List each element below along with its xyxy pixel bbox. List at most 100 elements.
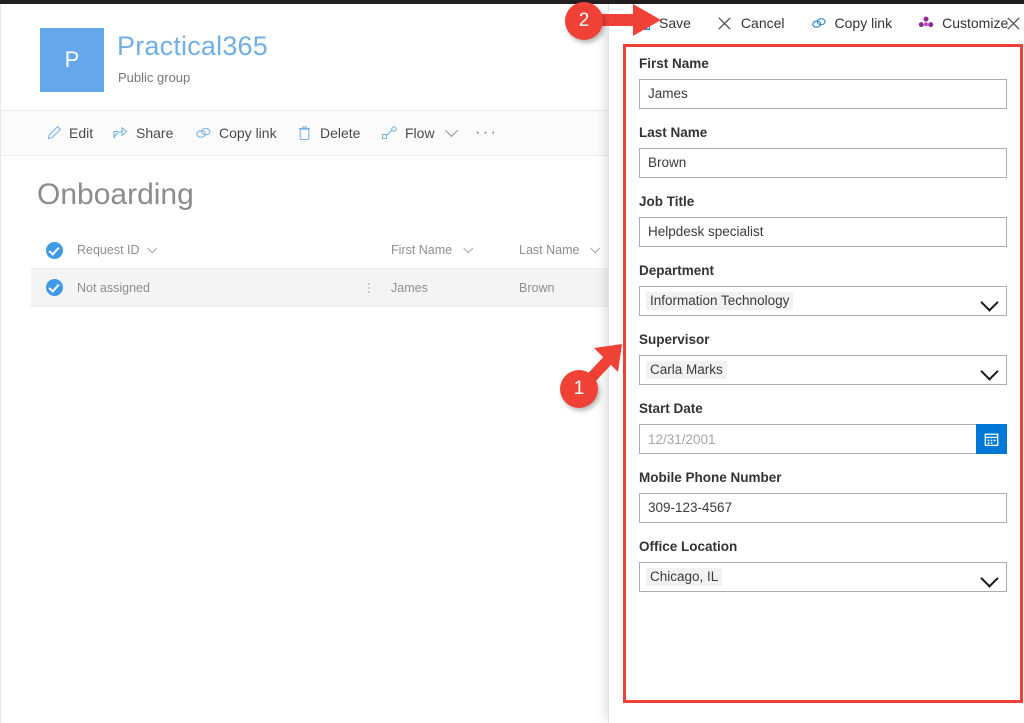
first-name-value: James (648, 86, 688, 102)
command-edit-label: Edit (69, 125, 94, 141)
office-location-select[interactable]: Chicago, IL (639, 562, 1007, 592)
table-row[interactable]: Not assigned James Brown (31, 269, 619, 307)
chevron-down-icon (980, 569, 999, 588)
row-context-menu-button[interactable] (362, 282, 376, 293)
powerapps-icon (918, 15, 934, 31)
panel-copy-link-button[interactable]: Copy link (811, 15, 906, 31)
chevron-down-icon (980, 293, 999, 312)
panel-command-bar: Save Cancel Copy link Customize (609, 4, 1024, 42)
command-edit[interactable]: Edit (41, 111, 97, 155)
checkmark-icon (46, 241, 63, 259)
annotation-marker-2-number: 2 (565, 2, 603, 40)
office-location-value: Chicago, IL (646, 568, 723, 586)
form-fields: First Name James Last Name Brown Job Tit… (609, 48, 1024, 608)
panel-close-button[interactable] (1004, 14, 1022, 32)
column-header-request-id[interactable]: Request ID (77, 242, 362, 257)
annotation-marker-1: 1 (560, 338, 630, 410)
customize-button[interactable]: Customize (918, 15, 1008, 31)
page-title: Onboarding (37, 178, 194, 211)
field-department: Department Information Technology (639, 263, 1007, 316)
field-last-name: Last Name Brown (639, 125, 1007, 178)
chevron-down-icon (444, 123, 458, 137)
command-flow-label: Flow (405, 125, 435, 141)
calendar-icon (984, 433, 999, 446)
chevron-down-icon (590, 243, 601, 254)
field-start-date-label: Start Date (639, 401, 703, 416)
department-select[interactable]: Information Technology (639, 286, 1007, 316)
last-name-value: Brown (648, 155, 687, 171)
mobile-phone-input[interactable]: 309-123-4567 (639, 493, 1007, 523)
department-value: Information Technology (646, 292, 794, 310)
column-header-request-id-label: Request ID (77, 243, 140, 257)
command-copy-link[interactable]: Copy link (191, 111, 281, 155)
trash-icon (296, 125, 313, 142)
field-department-label: Department (639, 263, 715, 278)
share-icon (112, 125, 129, 142)
supervisor-value: Carla Marks (646, 361, 727, 379)
command-share[interactable]: Share (108, 111, 177, 155)
field-supervisor: Supervisor Carla Marks (639, 332, 1007, 385)
command-share-label: Share (136, 125, 174, 141)
field-first-name: First Name James (639, 56, 1007, 109)
field-job-title-label: Job Title (639, 194, 695, 209)
cell-request-id: Not assigned (77, 280, 150, 295)
site-header: P Practical365 Public group (1, 4, 619, 111)
site-subtitle: Public group (118, 70, 191, 85)
start-date-placeholder: 12/31/2001 (648, 431, 716, 447)
pencil-icon (45, 125, 62, 142)
table-header-row: Request ID First Name Last Name (31, 232, 619, 269)
command-flow[interactable]: Flow (377, 111, 460, 155)
date-picker-button[interactable] (976, 424, 1007, 454)
close-icon (1006, 16, 1020, 30)
field-supervisor-label: Supervisor (639, 332, 710, 347)
row-checkbox[interactable] (31, 279, 77, 296)
item-form-panel: Save Cancel Copy link Customize First Na… (608, 4, 1024, 723)
last-name-input[interactable]: Brown (639, 148, 1007, 178)
vertical-ellipsis-icon (362, 282, 376, 293)
ellipsis-icon: ··· (475, 124, 499, 141)
annotation-marker-1-number: 1 (560, 370, 598, 408)
command-copy-link-label: Copy link (219, 125, 277, 141)
start-date-input[interactable]: 12/31/2001 (639, 424, 1007, 454)
field-office-location: Office Location Chicago, IL (639, 539, 1007, 592)
list-table: Request ID First Name Last Name Not assi… (31, 232, 619, 307)
panel-copy-link-label: Copy link (834, 15, 893, 31)
customize-button-label: Customize (942, 15, 1009, 31)
close-icon (717, 15, 733, 31)
site-title[interactable]: Practical365 (117, 31, 268, 62)
cancel-button[interactable]: Cancel (717, 15, 798, 31)
site-logo: P (40, 28, 104, 92)
job-title-value: Helpdesk specialist (648, 224, 764, 240)
column-header-last-name[interactable]: Last Name (519, 243, 619, 257)
job-title-input[interactable]: Helpdesk specialist (639, 217, 1007, 247)
annotation-marker-2: 2 (565, 2, 670, 40)
select-all-checkbox[interactable] (31, 241, 77, 259)
field-job-title: Job Title Helpdesk specialist (639, 194, 1007, 247)
column-header-first-name-label: First Name (391, 243, 453, 257)
site-logo-letter: P (64, 47, 80, 72)
first-name-input[interactable]: James (639, 79, 1007, 109)
field-last-name-label: Last Name (639, 125, 708, 140)
field-first-name-label: First Name (639, 56, 709, 71)
supervisor-select[interactable]: Carla Marks (639, 355, 1007, 385)
command-delete-label: Delete (320, 125, 361, 141)
chevron-down-icon (980, 362, 999, 381)
cancel-button-label: Cancel (740, 15, 785, 31)
link-icon (195, 125, 212, 142)
mobile-phone-value: 309-123-4567 (648, 500, 733, 516)
screenshot-root: P Practical365 Public group Edit Share C… (0, 0, 1024, 723)
field-mobile-phone-label: Mobile Phone Number (639, 470, 782, 485)
command-delete[interactable]: Delete (292, 111, 364, 155)
checkmark-icon (46, 279, 63, 296)
column-header-last-name-label: Last Name (519, 243, 580, 257)
chevron-down-icon (462, 243, 473, 254)
chevron-down-icon (146, 242, 157, 253)
field-mobile-phone: Mobile Phone Number 309-123-4567 (639, 470, 1007, 523)
field-office-location-label: Office Location (639, 539, 738, 554)
link-icon (811, 15, 827, 31)
flow-icon (381, 125, 398, 142)
command-overflow[interactable]: ··· (471, 111, 502, 155)
sharepoint-page: P Practical365 Public group Edit Share C… (1, 4, 619, 723)
field-start-date: Start Date 12/31/2001 (639, 401, 1007, 454)
column-header-first-name[interactable]: First Name (376, 243, 519, 257)
